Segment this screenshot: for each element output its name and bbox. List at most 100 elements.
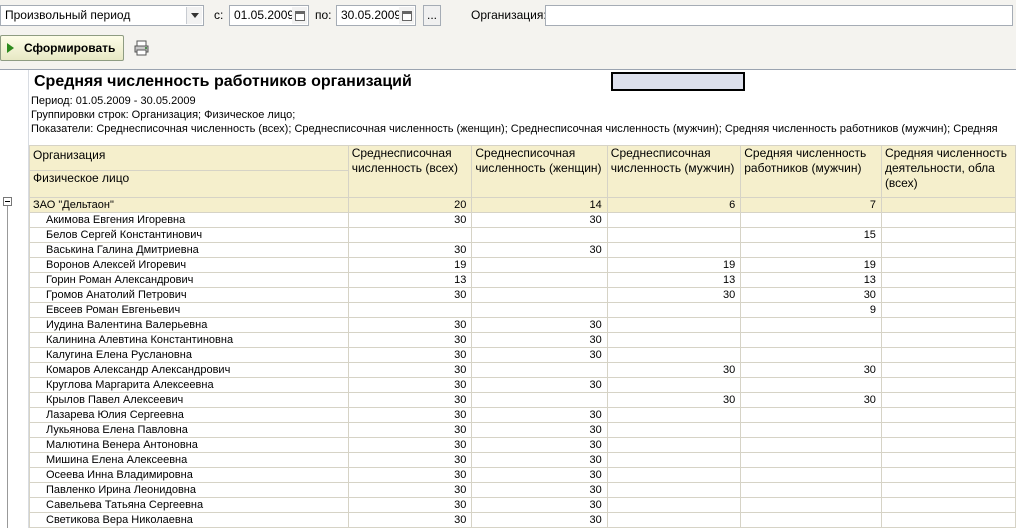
cell-c2 — [471, 272, 608, 288]
report-sheet[interactable]: Средняя численность работников организац… — [0, 69, 1016, 528]
cell-c2: 30 — [471, 512, 608, 528]
selected-cell[interactable] — [611, 72, 745, 91]
cell-c4 — [740, 512, 882, 528]
cell-c5 — [880, 452, 1016, 468]
table-row[interactable]: Белов Сергей Константинович 15 — [29, 227, 1016, 243]
group-row[interactable]: ЗАО "Дельтаон" 20 14 6 7 — [29, 197, 1016, 213]
cell-c5 — [880, 392, 1016, 408]
cell-c1: 30 — [347, 512, 473, 528]
table-row[interactable]: Иудина Валентина Валерьевна 30 30 — [29, 317, 1016, 333]
cell-c1: 19 — [347, 257, 473, 273]
table-row[interactable]: Осеева Инна Владимировна 30 30 — [29, 467, 1016, 483]
table-row[interactable]: Комаров Александр Александрович 30 30 30 — [29, 362, 1016, 378]
cell-c1: 30 — [347, 362, 473, 378]
cell-c3: 30 — [606, 392, 742, 408]
cell-c5 — [880, 302, 1016, 318]
table-row[interactable]: Воронов Алексей Игоревич 19 19 19 — [29, 257, 1016, 273]
cell-c4 — [740, 422, 882, 438]
person-name: Калугина Елена Руслановна — [29, 347, 349, 363]
cell-c4 — [740, 332, 882, 348]
table-row[interactable]: Горин Роман Александрович 13 13 13 — [29, 272, 1016, 288]
table-row[interactable]: Калугина Елена Руслановна 30 30 — [29, 347, 1016, 363]
group-c2: 14 — [471, 197, 608, 213]
period-type-select[interactable]: Произвольный период — [0, 5, 204, 26]
cell-c1 — [347, 227, 473, 243]
cell-c2: 30 — [471, 437, 608, 453]
person-name: Лазарева Юлия Сергеевна — [29, 407, 349, 423]
cell-c5 — [880, 377, 1016, 393]
printer-settings-icon[interactable] — [134, 40, 150, 56]
report-period: Период: 01.05.2009 - 30.05.2009 — [31, 95, 196, 107]
cell-c4 — [740, 377, 882, 393]
generate-button-label: Сформировать — [24, 41, 116, 55]
cell-c1: 30 — [347, 377, 473, 393]
report-title: Средняя численность работников организац… — [34, 73, 412, 90]
cell-c4: 30 — [740, 362, 882, 378]
person-name: Евсеев Роман Евгеньевич — [29, 302, 349, 318]
cell-c5 — [880, 317, 1016, 333]
cell-c1: 30 — [347, 242, 473, 258]
person-name: Мишина Елена Алексеевна — [29, 452, 349, 468]
cell-c2 — [471, 362, 608, 378]
table-row[interactable]: Мишина Елена Алексеевна 30 30 — [29, 452, 1016, 468]
cell-c1 — [347, 302, 473, 318]
table-row[interactable]: Савельева Татьяна Сергеевна 30 30 — [29, 497, 1016, 513]
cell-c1: 30 — [347, 332, 473, 348]
cell-c4 — [740, 497, 882, 513]
period-settings-button[interactable]: ... — [423, 5, 441, 26]
cell-c4: 30 — [740, 392, 882, 408]
table-row[interactable]: Калинина Алевтина Константиновна 30 30 — [29, 332, 1016, 348]
cell-c3 — [606, 227, 742, 243]
group-name: ЗАО "Дельтаон" — [29, 197, 349, 213]
cell-c5 — [880, 362, 1016, 378]
cell-c1: 30 — [347, 212, 473, 228]
chevron-down-icon[interactable] — [186, 7, 202, 24]
organization-field[interactable] — [545, 5, 1013, 26]
cell-c2 — [471, 302, 608, 318]
header-col5: Средняя численность деятельности, обла (… — [880, 145, 1016, 198]
person-name: Крылов Павел Алексеевич — [29, 392, 349, 408]
grouping-gutter — [0, 70, 29, 528]
from-date-field[interactable]: 01.05.2009 — [229, 5, 309, 26]
to-date-field[interactable]: 30.05.2009 — [336, 5, 416, 26]
cell-c3 — [606, 422, 742, 438]
table-row[interactable]: Круглова Маргарита Алексеевна 30 30 — [29, 377, 1016, 393]
group-tree-line — [7, 206, 8, 528]
cell-c4: 9 — [740, 302, 882, 318]
table-row[interactable]: Павленко Ирина Леонидовна 30 30 — [29, 482, 1016, 498]
cell-c1: 30 — [347, 422, 473, 438]
cell-c1: 30 — [347, 347, 473, 363]
table-row[interactable]: Светикова Вера Николаевна 30 30 — [29, 512, 1016, 528]
cell-c4: 30 — [740, 287, 882, 303]
header-organization: Организация — [29, 145, 349, 171]
cell-c1: 30 — [347, 407, 473, 423]
cell-c5 — [880, 212, 1016, 228]
calendar-icon[interactable] — [399, 7, 414, 24]
cell-c2: 30 — [471, 467, 608, 483]
collapse-group-icon[interactable] — [3, 197, 12, 206]
cell-c5 — [880, 227, 1016, 243]
table-row[interactable]: Лазарева Юлия Сергеевна 30 30 — [29, 407, 1016, 423]
cell-c2 — [471, 287, 608, 303]
cell-c3 — [606, 512, 742, 528]
table-row[interactable]: Васькина Галина Дмитриевна 30 30 — [29, 242, 1016, 258]
table-row[interactable]: Громов Анатолий Петрович 30 30 30 — [29, 287, 1016, 303]
organization-label: Организация: — [471, 8, 547, 22]
person-name: Малютина Венера Антоновна — [29, 437, 349, 453]
cell-c4 — [740, 242, 882, 258]
generate-button[interactable]: Сформировать — [0, 35, 124, 61]
cell-c1: 30 — [347, 317, 473, 333]
cell-c3 — [606, 317, 742, 333]
calendar-icon[interactable] — [292, 7, 307, 24]
table-row[interactable]: Акимова Евгения Игоревна 30 30 — [29, 212, 1016, 228]
table-row[interactable]: Лукьянова Елена Павловна 30 30 — [29, 422, 1016, 438]
person-name: Осеева Инна Владимировна — [29, 467, 349, 483]
table-row[interactable]: Крылов Павел Алексеевич 30 30 30 — [29, 392, 1016, 408]
table-row[interactable]: Малютина Венера Антоновна 30 30 — [29, 437, 1016, 453]
cell-c5 — [880, 497, 1016, 513]
cell-c1: 13 — [347, 272, 473, 288]
cell-c1: 30 — [347, 467, 473, 483]
cell-c4 — [740, 347, 882, 363]
cell-c1: 30 — [347, 452, 473, 468]
table-row[interactable]: Евсеев Роман Евгеньевич 9 — [29, 302, 1016, 318]
